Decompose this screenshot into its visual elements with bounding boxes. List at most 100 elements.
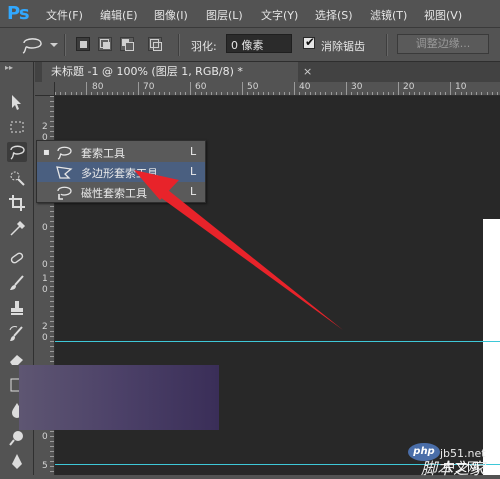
ruler-origin[interactable] [35, 82, 55, 96]
flyout-item-label: 多边形套索工具 [81, 167, 158, 180]
add-to-selection-button[interactable] [98, 37, 112, 51]
brush-tool[interactable] [7, 273, 27, 293]
ruler-tick [346, 82, 348, 95]
ruler-tick [50, 236, 54, 237]
history-brush-tool[interactable] [7, 324, 27, 344]
ruler-tick [50, 471, 54, 472]
marquee-tool[interactable] [7, 117, 27, 137]
refine-edge-button[interactable]: 调整边缘... [397, 34, 489, 54]
ruler-label: 40 [299, 82, 311, 92]
ruler-tick [50, 356, 54, 357]
ruler-tick [50, 336, 54, 337]
flyout-item-lasso[interactable]: ▪ 套索工具 L [37, 142, 205, 162]
guide-line[interactable] [55, 341, 500, 342]
menu-file[interactable]: 文件(F) [46, 7, 83, 23]
ruler-tick [50, 121, 54, 122]
pen-tool[interactable] [7, 452, 27, 472]
ruler-tick [50, 246, 54, 247]
tool-preset-picker[interactable] [18, 34, 60, 56]
move-icon [12, 95, 21, 110]
lasso-icon [22, 38, 58, 54]
ruler-tick [50, 351, 54, 352]
php-oval: php [408, 443, 440, 461]
flyout-item-shortcut: L [190, 145, 197, 158]
menu-layer[interactable]: 图层(L) [206, 7, 243, 23]
crop-tool[interactable] [7, 193, 27, 213]
menu-filter[interactable]: 滤镜(T) [370, 7, 407, 23]
divider [386, 34, 388, 56]
divider [64, 34, 66, 56]
document-image-area [483, 219, 500, 475]
menu-image[interactable]: 图像(I) [154, 7, 188, 23]
purple-overlay [19, 365, 219, 430]
ruler-tick [190, 82, 192, 95]
ruler-label: 5 [42, 461, 48, 471]
clone-stamp-tool[interactable] [7, 298, 27, 318]
dodge-tool[interactable] [7, 428, 27, 448]
ruler-tick [138, 82, 140, 95]
subtract-from-selection-button[interactable] [120, 37, 134, 51]
ruler-tick [50, 281, 54, 282]
ruler-tick [50, 111, 54, 112]
flyout-item-polygonal-lasso[interactable]: 多边形套索工具 L [37, 162, 205, 182]
ruler-tick [50, 301, 54, 302]
antialias-checkbox[interactable]: ✔ [303, 35, 316, 49]
ruler-tick [50, 456, 54, 457]
intersect-selection-button[interactable] [148, 37, 162, 51]
move-tool[interactable] [7, 92, 27, 112]
ruler-tick [50, 256, 54, 257]
ruler-tick [50, 106, 54, 107]
check-icon: ✔ [305, 35, 316, 49]
document-tab-strip: 未标题 -1 @ 100% (图层 1, RGB/8) * × [35, 62, 500, 82]
ruler-tick [50, 461, 54, 462]
ruler-tick [50, 101, 54, 102]
menu-view[interactable]: 视图(V) [424, 7, 462, 23]
quick-selection-icon [10, 171, 25, 186]
close-icon[interactable]: × [303, 65, 312, 78]
collapse-icon[interactable]: ▸▸ [5, 63, 13, 72]
feather-input[interactable]: 0 像素 [226, 34, 292, 53]
ruler-tick [50, 316, 54, 317]
ruler-label: 10 [455, 82, 467, 92]
ruler-tick [50, 331, 54, 332]
menu-edit[interactable]: 编辑(E) [100, 7, 138, 23]
ruler-label: 60 [195, 82, 207, 92]
ruler-tick [50, 276, 54, 277]
stamp-icon [11, 301, 23, 315]
menu-type[interactable]: 文字(Y) [261, 7, 298, 23]
ruler-tick [50, 466, 54, 467]
ruler-label: 70 [143, 82, 155, 92]
ruler-tick [50, 231, 54, 232]
healing-brush-tool[interactable] [7, 248, 27, 268]
ruler-label: 1 [42, 274, 48, 284]
horizontal-ruler[interactable]: 80 70 60 50 40 30 20 10 [55, 82, 500, 96]
chevron-down-icon [50, 43, 58, 47]
flyout-item-magnetic-lasso[interactable]: 磁性套索工具 L [37, 182, 205, 202]
divider [178, 34, 180, 56]
watermark-site: 中文网 [443, 460, 480, 474]
ruler-label: 30 [351, 82, 363, 92]
ruler-label: 20 [403, 82, 415, 92]
ruler-tick [50, 211, 54, 212]
ruler-tick [50, 261, 54, 262]
ruler-label: 0 [42, 333, 48, 343]
new-selection-button[interactable] [76, 37, 90, 51]
lasso-tool-flyout: ▪ 套索工具 L 多边形套索工具 L 磁性套索工具 L [36, 140, 206, 203]
document-tab[interactable]: 未标题 -1 @ 100% (图层 1, RGB/8) * [42, 62, 298, 82]
feather-label: 羽化: [191, 40, 217, 53]
ruler-tick [50, 451, 54, 452]
ruler-tick [50, 116, 54, 117]
dodge-icon [9, 431, 23, 446]
ruler-tick [50, 266, 54, 267]
pen-icon [12, 454, 22, 469]
lasso-tool[interactable] [7, 142, 27, 162]
ruler-tick [398, 82, 400, 95]
ruler-label: 0 [42, 260, 48, 270]
eyedropper-tool[interactable] [7, 219, 27, 239]
menu-select[interactable]: 选择(S) [315, 7, 353, 23]
history-brush-icon [9, 326, 23, 341]
ruler-tick [50, 131, 54, 132]
ruler-tick [50, 206, 54, 207]
quick-selection-tool[interactable] [7, 168, 27, 188]
lasso-icon [57, 146, 72, 160]
